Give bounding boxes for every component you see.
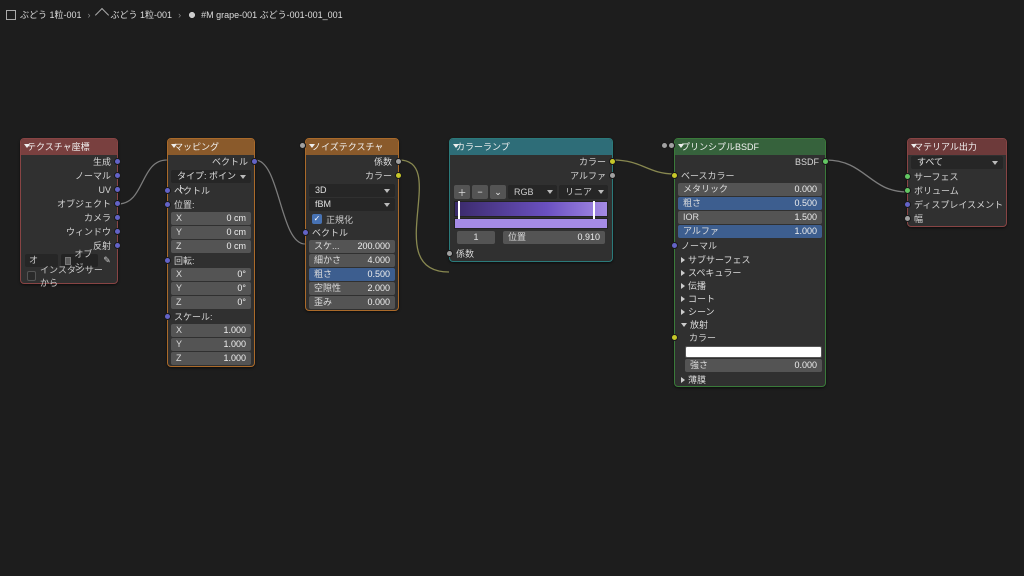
rotation-z[interactable]: Z0° [171, 296, 251, 309]
noise-roughness[interactable]: 粗さ0.500 [309, 268, 395, 281]
node-title[interactable]: マテリアル出力 [908, 139, 1006, 155]
scale-label: スケール: [174, 310, 213, 324]
socket-reflection[interactable]: 反射 [93, 239, 111, 253]
node-texture-coordinate[interactable]: テクスチャ座標 生成 ノーマル UV オブジェクト カメラ ウィンドウ 反射 オ… [20, 138, 118, 284]
socket-alpha-out[interactable]: アルファ [570, 169, 606, 183]
breadcrumb-item[interactable]: #M grape-001 ぶどう-001-001_001 [187, 8, 343, 21]
noise-detail[interactable]: 細かさ4.000 [309, 254, 395, 267]
bsdf-roughness[interactable]: 粗さ0.500 [678, 197, 822, 210]
rotation-label: 回転: [174, 254, 195, 268]
ramp-gradient[interactable] [454, 201, 608, 217]
panel-coat[interactable]: コート [675, 292, 825, 305]
location-y[interactable]: Y0 cm [171, 226, 251, 239]
ramp-stop-index[interactable]: 1 [457, 231, 495, 244]
node-mapping[interactable]: マッピング ベクトル タイプ: ポイント ベクトル 位置: X0 cm Y0 c… [167, 138, 255, 367]
socket-generated[interactable]: 生成 [93, 155, 111, 169]
socket-color-out[interactable]: カラー [579, 155, 606, 169]
node-title[interactable]: テクスチャ座標 [21, 139, 117, 155]
location-z[interactable]: Z0 cm [171, 240, 251, 253]
ramp-stop-position[interactable]: 位置0.910 [503, 231, 605, 244]
mesh-icon [94, 7, 108, 21]
node-principled-bsdf[interactable]: プリンシプルBSDF BSDF ベースカラー メタリック0.000 粗さ0.50… [674, 138, 826, 387]
socket-uv[interactable]: UV [98, 183, 111, 197]
socket-base-color[interactable]: ベースカラー [681, 169, 735, 183]
socket-normal[interactable]: ノーマル [75, 169, 111, 183]
socket-fac-out[interactable]: 係数 [374, 155, 392, 169]
panel-transmission[interactable]: 伝播 [675, 279, 825, 292]
emission-color-swatch[interactable] [685, 346, 822, 358]
output-target-dropdown[interactable]: すべて [911, 156, 1003, 169]
emission-strength[interactable]: 強さ0.000 [685, 359, 822, 372]
rotation-x[interactable]: X0° [171, 268, 251, 281]
ramp-stop-color[interactable] [454, 218, 608, 229]
ramp-add-button[interactable]: ＋ [454, 185, 470, 199]
scale-z[interactable]: Z1.000 [171, 352, 251, 365]
location-x[interactable]: X0 cm [171, 212, 251, 225]
node-title[interactable]: マッピング [168, 139, 254, 155]
ramp-remove-button[interactable]: − [472, 185, 488, 199]
from-instancer-checkbox[interactable]: インスタンサーから [21, 268, 117, 283]
location-label: 位置: [174, 198, 195, 212]
socket-surface[interactable]: サーフェス [914, 170, 958, 184]
panel-specular[interactable]: スペキュラー [675, 266, 825, 279]
panel-thinfilm[interactable]: 薄膜 [675, 373, 825, 386]
socket-color-out[interactable]: カラー [365, 169, 392, 183]
bsdf-alpha[interactable]: アルファ1.000 [678, 225, 822, 238]
node-material-output[interactable]: マテリアル出力 すべて サーフェス ボリューム ディスプレイスメント 幅 [907, 138, 1007, 227]
socket-bsdf-out[interactable]: BSDF [795, 155, 819, 169]
panel-subsurface[interactable]: サブサーフェス [675, 253, 825, 266]
emission-color-label: カラー [689, 331, 716, 345]
noise-dimensions-dropdown[interactable]: 3D [309, 184, 395, 197]
chevron-right-icon: › [88, 10, 91, 20]
scale-y[interactable]: Y1.000 [171, 338, 251, 351]
node-title[interactable]: プリンシプルBSDF [675, 139, 825, 155]
socket-vector-in[interactable]: ベクトル [312, 226, 348, 240]
socket-vector-in[interactable]: ベクトル [174, 184, 210, 198]
node-title[interactable]: ノイズテクスチャ [306, 139, 398, 155]
ramp-color-mode[interactable]: RGB [508, 185, 557, 199]
material-icon [187, 10, 197, 20]
node-links [0, 0, 1024, 576]
ramp-stop-1[interactable] [593, 201, 595, 219]
socket-volume[interactable]: ボリューム [914, 184, 959, 198]
socket-window[interactable]: ウィンドウ [66, 225, 111, 239]
node-color-ramp[interactable]: カラーランプ カラー アルファ ＋ − ⌄ RGB リニア 1 位置0.910 … [449, 138, 613, 262]
socket-thickness[interactable]: 幅 [914, 212, 923, 226]
socket-object[interactable]: オブジェクト [57, 197, 111, 211]
breadcrumb-item[interactable]: ぶどう 1粒-001 [97, 8, 173, 21]
socket-camera[interactable]: カメラ [84, 211, 111, 225]
mapping-type-dropdown[interactable]: タイプ: ポイント [171, 170, 251, 183]
rotation-y[interactable]: Y0° [171, 282, 251, 295]
noise-distortion[interactable]: 歪み0.000 [309, 296, 395, 309]
scale-x[interactable]: X1.000 [171, 324, 251, 337]
bsdf-ior[interactable]: IOR1.500 [678, 211, 822, 224]
breadcrumb[interactable]: ぶどう 1粒-001 › ぶどう 1粒-001 › #M grape-001 ぶ… [6, 8, 343, 21]
chevron-right-icon: › [178, 10, 181, 20]
ramp-interpolation[interactable]: リニア [559, 185, 608, 199]
breadcrumb-item[interactable]: ぶどう 1粒-001 [6, 8, 82, 21]
noise-scale[interactable]: スケ...200.000 [309, 240, 395, 253]
bsdf-metallic[interactable]: メタリック0.000 [678, 183, 822, 196]
noise-basis-dropdown[interactable]: fBM [309, 198, 395, 211]
socket-normal-in[interactable]: ノーマル [681, 239, 717, 253]
object-icon [6, 10, 16, 20]
socket-vector-out[interactable]: ベクトル [212, 155, 248, 169]
ramp-stop-0[interactable] [458, 201, 460, 219]
socket-fac-in[interactable]: 係数 [456, 247, 474, 261]
socket-displacement[interactable]: ディスプレイスメント [914, 198, 1003, 212]
panel-sheen[interactable]: シーン [675, 305, 825, 318]
panel-emission[interactable]: 放射 [675, 318, 825, 331]
ramp-menu-button[interactable]: ⌄ [490, 185, 506, 199]
node-title[interactable]: カラーランプ [450, 139, 612, 155]
node-noise-texture[interactable]: ノイズテクスチャ 係数 カラー 3D fBM 正規化 ベクトル スケ...200… [305, 138, 399, 311]
normalize-checkbox[interactable]: 正規化 [306, 212, 398, 226]
noise-lacunarity[interactable]: 空隙性2.000 [309, 282, 395, 295]
